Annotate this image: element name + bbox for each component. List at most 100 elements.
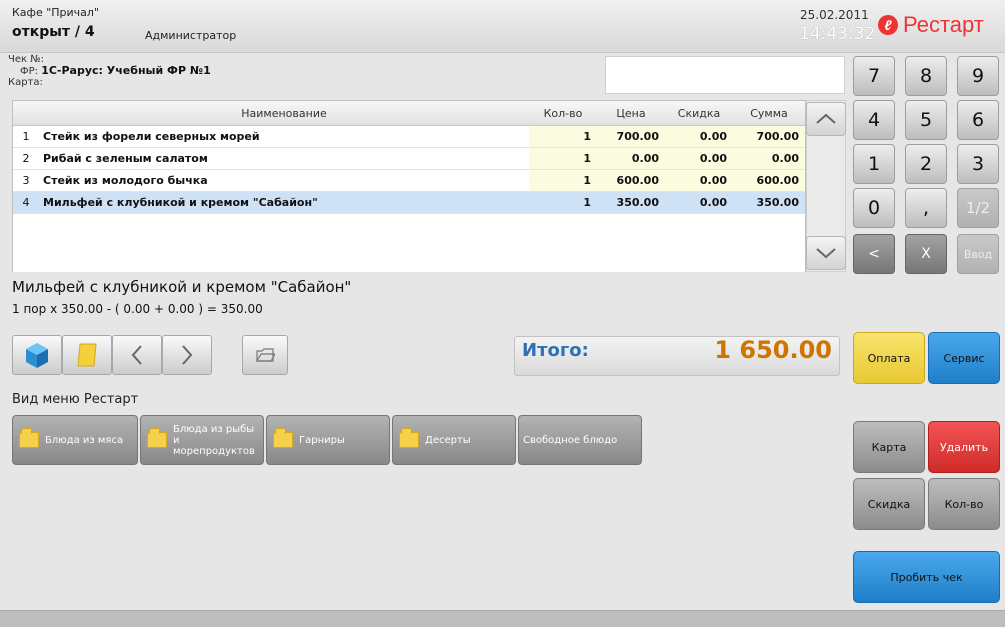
row-price: 600.00	[597, 169, 665, 192]
folder-icon	[19, 428, 39, 448]
prev-button[interactable]	[112, 335, 162, 375]
scroll-down-button[interactable]	[806, 236, 846, 270]
shift-status: открыт / 4	[12, 24, 95, 40]
row-number: 3	[13, 169, 39, 192]
menu-item-label: Десерты	[425, 434, 471, 446]
key-0[interactable]: 0	[853, 188, 895, 228]
row-sum: 350.00	[733, 191, 805, 214]
menu-item-label: Блюда из рыбы и морепродуктов	[173, 423, 255, 457]
total-value: 1 650.00	[714, 336, 832, 364]
quantity-button[interactable]: Кол-во	[928, 478, 1000, 530]
scroll-up-button[interactable]	[806, 102, 846, 136]
key-clear[interactable]: X	[905, 234, 947, 274]
folder-icon	[147, 428, 167, 448]
key-7[interactable]: 7	[853, 56, 895, 96]
menu-item-garnish[interactable]: Гарниры	[266, 415, 390, 465]
total-label: Итого:	[522, 340, 589, 361]
print-check-button[interactable]: Пробить чек	[853, 551, 1000, 603]
key-9[interactable]: 9	[957, 56, 999, 96]
note-icon	[77, 343, 97, 367]
chevron-right-icon	[182, 345, 193, 365]
row-qty: 1	[529, 169, 597, 192]
row-number: 2	[13, 147, 39, 170]
row-number: 4	[13, 191, 39, 214]
notes-button[interactable]	[62, 335, 112, 375]
row-name: Мильфей с клубникой и кремом "Сабайон"	[39, 191, 529, 214]
chevron-down-icon	[816, 248, 836, 259]
col-sum: Сумма	[733, 101, 805, 126]
menu-item-desserts[interactable]: Десерты	[392, 415, 516, 465]
menu-title: Вид меню Рестарт	[12, 392, 139, 407]
menu-item-label: Свободное блюдо	[523, 434, 618, 446]
item-detail-title: Мильфей с клубникой и кремом "Сабайон"	[12, 278, 352, 296]
key-half[interactable]: 1/2	[957, 188, 999, 228]
open-folder-icon	[255, 348, 275, 362]
row-discount: 0.00	[665, 147, 733, 170]
col-discount: Скидка	[665, 101, 733, 126]
row-discount: 0.00	[665, 191, 733, 214]
row-sum: 600.00	[733, 169, 805, 192]
row-discount: 0.00	[665, 125, 733, 148]
row-price: 0.00	[597, 147, 665, 170]
row-number: 1	[13, 125, 39, 148]
item-detail-calc: 1 пор x 350.00 - ( 0.00 + 0.00 ) = 350.0…	[12, 302, 263, 316]
row-qty: 1	[529, 147, 597, 170]
folder-icon	[273, 428, 293, 448]
key-backspace[interactable]: <	[853, 234, 895, 274]
row-name: Рибай с зеленым салатом	[39, 147, 529, 170]
delete-button[interactable]: Удалить	[928, 421, 1000, 473]
table-row[interactable]: 2 Рибай с зеленым салатом 1 0.00 0.00 0.…	[13, 147, 805, 170]
pay-button[interactable]: Оплата	[853, 332, 925, 384]
key-5[interactable]: 5	[905, 100, 947, 140]
menu-item-fish[interactable]: Блюда из рыбы и морепродуктов	[140, 415, 264, 465]
chevron-left-icon	[131, 345, 142, 365]
status-bar	[0, 610, 1005, 627]
key-comma[interactable]: ,	[905, 188, 947, 228]
fr-label: ФР:	[20, 66, 39, 77]
key-enter[interactable]: Ввод	[957, 234, 999, 274]
row-sum: 700.00	[733, 125, 805, 148]
table-row[interactable]: 3 Стейк из молодого бычка 1 600.00 0.00 …	[13, 169, 805, 192]
key-3[interactable]: 3	[957, 144, 999, 184]
table-row[interactable]: 1 Стейк из форели северных морей 1 700.0…	[13, 125, 805, 148]
logo-icon: ℓ	[878, 15, 898, 35]
key-6[interactable]: 6	[957, 100, 999, 140]
card-button[interactable]: Карта	[853, 421, 925, 473]
col-name: Наименование	[39, 101, 529, 126]
row-qty: 1	[529, 191, 597, 214]
menu-item-meat[interactable]: Блюда из мяса	[12, 415, 138, 465]
row-qty: 1	[529, 125, 597, 148]
key-8[interactable]: 8	[905, 56, 947, 96]
col-qty: Кол-во	[529, 101, 597, 126]
current-time: 14:43:32	[799, 24, 876, 44]
open-folder-button[interactable]	[242, 335, 288, 375]
user-role: Администратор	[145, 29, 237, 42]
col-price: Цена	[597, 101, 665, 126]
table-header: Наименование Кол-во Цена Скидка Сумма	[13, 101, 805, 126]
service-button[interactable]: Сервис	[928, 332, 1000, 384]
restart-logo: ℓ Рестарт	[878, 12, 984, 38]
current-date: 25.02.2011	[800, 8, 869, 22]
chevron-up-icon	[816, 113, 836, 124]
folder-icon	[399, 428, 419, 448]
row-discount: 0.00	[665, 169, 733, 192]
order-table[interactable]: Наименование Кол-во Цена Скидка Сумма 1 …	[12, 100, 806, 274]
home-button[interactable]	[12, 335, 62, 375]
key-1[interactable]: 1	[853, 144, 895, 184]
row-sum: 0.00	[733, 147, 805, 170]
next-button[interactable]	[162, 335, 212, 375]
fr-value: 1С-Рарус: Учебный ФР №1	[41, 64, 211, 77]
row-price: 350.00	[597, 191, 665, 214]
key-2[interactable]: 2	[905, 144, 947, 184]
menu-item-label: Гарниры	[299, 434, 345, 446]
menu-item-label: Блюда из мяса	[45, 434, 124, 446]
key-4[interactable]: 4	[853, 100, 895, 140]
table-row-selected[interactable]: 4 Мильфей с клубникой и кремом "Сабайон"…	[13, 191, 805, 214]
menu-item-free-dish[interactable]: Свободное блюдо	[518, 415, 642, 465]
discount-button[interactable]: Скидка	[853, 478, 925, 530]
logo-text: Рестарт	[903, 12, 984, 37]
cafe-name: Кафе "Причал"	[12, 6, 100, 19]
row-name: Стейк из форели северных морей	[39, 125, 529, 148]
col-number	[13, 101, 39, 126]
cube-icon	[26, 343, 48, 368]
